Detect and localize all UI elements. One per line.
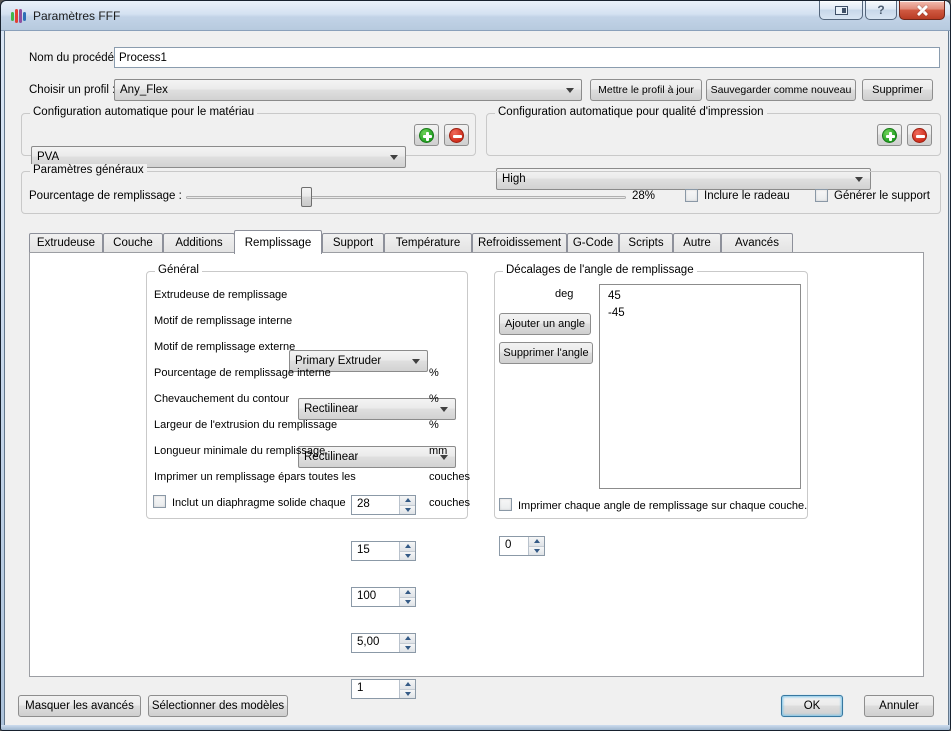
help-button[interactable]: ? <box>865 1 897 20</box>
outline-overlap-unit: % <box>429 393 439 405</box>
tab-extrudeuse[interactable]: Extrudeuse <box>29 233 103 252</box>
angle-per-layer-label: Imprimer chaque angle de remplissage sur… <box>518 500 808 512</box>
process-name-label: Nom du procédé : <box>29 52 121 64</box>
interior-fill-label: Pourcentage de remplissage interne <box>154 367 331 379</box>
min-infill-length-unit: mm <box>429 445 448 457</box>
delete-profile-button[interactable]: Supprimer <box>862 79 933 101</box>
chevron-down-icon <box>566 88 574 93</box>
extrusion-width-value: 100 <box>357 590 377 602</box>
quality-config-group: Configuration automatique pour qualité d… <box>486 106 941 156</box>
window-panel-button[interactable] <box>819 1 863 20</box>
fff-settings-dialog: Paramètres FFF ? Nom du procédé : Choisi… <box>0 0 951 731</box>
plus-icon <box>882 127 897 143</box>
close-button[interactable] <box>899 1 945 20</box>
select-models-button[interactable]: Sélectionner des modèles <box>148 695 288 717</box>
panel-icon <box>834 5 848 15</box>
min-infill-length-spinbox[interactable]: 5,00 <box>351 633 416 653</box>
chevron-down-icon <box>440 407 448 412</box>
solid-diaphragm-checkbox[interactable] <box>153 495 166 508</box>
tab-scripts[interactable]: Scripts <box>619 233 673 252</box>
tab-temperature[interactable]: Température <box>384 233 472 252</box>
sparse-infill-value: 1 <box>357 682 364 694</box>
include-raft-label: Inclure le radeau <box>704 190 790 202</box>
tab-avances[interactable]: Avancés <box>721 233 793 252</box>
generate-support-label: Générer le support <box>834 190 930 202</box>
process-name-input[interactable] <box>114 47 940 68</box>
infill-percentage-label: Pourcentage de remplissage : <box>29 190 182 202</box>
infill-slider-track[interactable] <box>186 196 626 199</box>
extrusion-width-label: Largeur de l'extrusion du remplissage <box>154 419 338 431</box>
add-material-button[interactable] <box>414 124 439 146</box>
window-title: Paramètres FFF <box>33 9 121 23</box>
angle-value: 0 <box>505 539 512 551</box>
solid-diaphragm-unit: couches <box>429 497 470 509</box>
add-angle-button[interactable]: Ajouter un angle <box>499 313 591 335</box>
internal-pattern-label: Motif de remplissage interne <box>154 315 293 327</box>
interior-fill-value: 28 <box>357 498 370 510</box>
update-profile-button[interactable]: Mettre le profil à jour <box>590 79 702 101</box>
fill-general-title: Général <box>155 264 202 276</box>
outline-overlap-value: 15 <box>357 544 370 556</box>
external-pattern-label: Motif de remplissage externe <box>154 341 296 353</box>
remove-material-button[interactable] <box>444 124 469 146</box>
general-params-title: Paramètres généraux <box>30 164 147 176</box>
tab-remplissage[interactable]: Remplissage <box>234 230 322 254</box>
sparse-infill-unit: couches <box>429 471 470 483</box>
chevron-down-icon <box>412 359 420 364</box>
remove-angle-button[interactable]: Supprimer l'angle <box>499 342 593 364</box>
profile-select-value: Any_Flex <box>120 84 168 96</box>
solid-diaphragm-label: Inclut un diaphragme solide chaque <box>172 497 346 509</box>
angle-list-item[interactable]: -45 <box>600 305 800 322</box>
profile-label: Choisir un profil : <box>29 84 116 96</box>
internal-pattern-value: Rectilinear <box>304 403 359 415</box>
fill-extruder-label: Extrudeuse de remplissage <box>154 289 288 301</box>
tab-autre[interactable]: Autre <box>673 233 721 252</box>
angle-unit-label: deg <box>555 288 574 300</box>
profile-select[interactable]: Any_Flex <box>114 79 582 101</box>
quality-config-title: Configuration automatique pour qualité d… <box>495 106 767 118</box>
save-as-new-button[interactable]: Sauvegarder comme nouveau <box>706 79 856 101</box>
chevron-down-icon <box>390 155 398 160</box>
minus-icon <box>912 127 927 143</box>
tab-additions[interactable]: Additions <box>163 233 235 252</box>
min-infill-length-label: Longueur minimale du remplissage <box>154 445 326 457</box>
simplify3d-logo-icon <box>11 8 28 24</box>
ok-button[interactable]: OK <box>781 695 843 717</box>
angle-spinbox[interactable]: 0 <box>499 536 545 556</box>
sparse-infill-spinbox[interactable]: 1 <box>351 679 416 699</box>
fill-extruder-value: Primary Extruder <box>295 355 382 367</box>
tab-gcode[interactable]: G-Code <box>567 233 619 252</box>
extrusion-width-unit: % <box>429 419 439 431</box>
sparse-infill-label: Imprimer un remplissage épars toutes les <box>154 471 356 483</box>
infill-percentage-value: 28% <box>632 190 656 202</box>
generate-support-checkbox[interactable] <box>815 189 828 202</box>
tab-couche[interactable]: Couche <box>103 233 163 252</box>
include-raft-checkbox[interactable] <box>685 189 698 202</box>
remove-quality-button[interactable] <box>907 124 932 146</box>
interior-fill-spinbox[interactable]: 28 <box>351 495 416 515</box>
tab-refroidissement[interactable]: Refroidissement <box>472 233 567 252</box>
close-icon <box>917 5 928 16</box>
angle-list-item[interactable]: 45 <box>600 288 800 305</box>
infill-slider-handle[interactable] <box>301 187 312 207</box>
add-quality-button[interactable] <box>877 124 902 146</box>
hide-advanced-button[interactable]: Masquer les avancés <box>18 695 141 717</box>
minus-icon <box>449 127 464 143</box>
angle-per-layer-checkbox[interactable] <box>499 498 512 511</box>
help-icon: ? <box>877 3 885 17</box>
outline-overlap-spinbox[interactable]: 15 <box>351 541 416 561</box>
outline-overlap-label: Chevauchement du contour <box>154 393 290 405</box>
angle-offsets-title: Décalages de l'angle de remplissage <box>503 264 697 276</box>
min-infill-length-value: 5,00 <box>357 636 380 648</box>
extrusion-width-spinbox[interactable]: 100 <box>351 587 416 607</box>
tab-support[interactable]: Support <box>322 233 384 252</box>
plus-icon <box>419 127 434 143</box>
cancel-button[interactable]: Annuler <box>864 695 934 717</box>
titlebar[interactable]: Paramètres FFF <box>1 1 950 31</box>
interior-fill-unit: % <box>429 367 439 379</box>
material-config-title: Configuration automatique pour le matéri… <box>30 106 258 118</box>
material-select-value: PVA <box>37 151 60 163</box>
window-bottom-frame <box>1 725 950 730</box>
angle-list[interactable]: 45 -45 <box>599 284 801 489</box>
